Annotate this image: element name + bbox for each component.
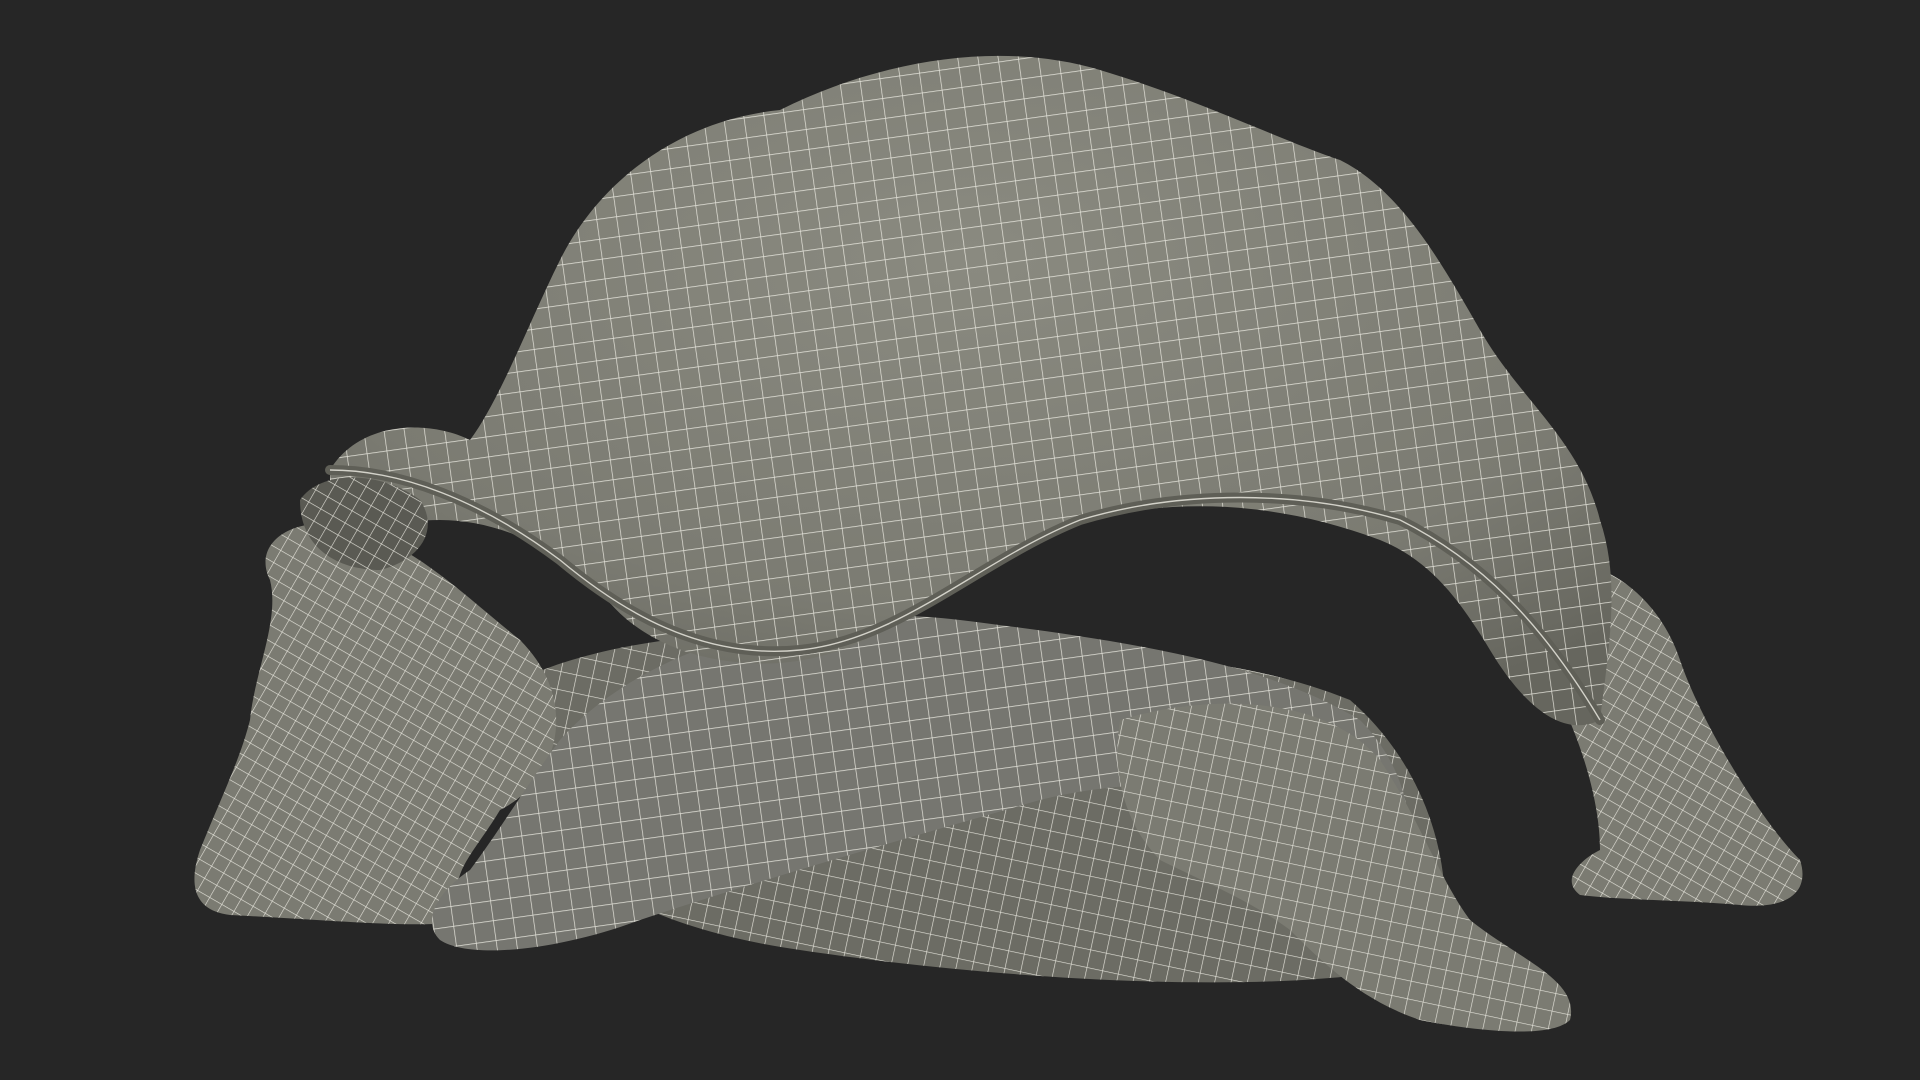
tortoise-mesh-render [194, 55, 1803, 1032]
front-right-leg [1117, 703, 1572, 1032]
render-viewport[interactable] [0, 0, 1920, 1080]
